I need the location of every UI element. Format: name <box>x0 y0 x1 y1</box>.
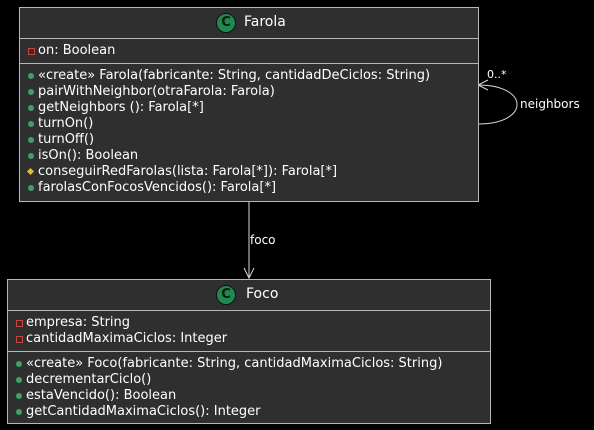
class-farola-header: C Farola <box>20 8 478 39</box>
method-text: estaVencido(): Boolean <box>26 388 177 403</box>
public-visibility-icon <box>26 148 38 164</box>
attribute-text: empresa: String <box>26 315 131 330</box>
method-row: estaVencido(): Boolean <box>14 388 176 404</box>
neighbors-label: neighbors <box>520 97 580 111</box>
class-foco[interactable]: C Foco empresa: String cantidadMaximaCic… <box>7 279 491 424</box>
class-name: Foco <box>246 286 279 302</box>
public-visibility-icon <box>14 356 26 372</box>
method-row: isOn(): Boolean <box>26 148 138 164</box>
class-name: Farola <box>244 14 286 30</box>
private-visibility-icon <box>26 43 38 59</box>
method-text: getNeighbors (): Farola[*] <box>38 100 204 115</box>
neighbors-self-association-line <box>477 84 518 125</box>
class-icon: C <box>216 285 236 305</box>
method-row: «create» Farola(fabricante: String, cant… <box>26 68 430 84</box>
public-visibility-icon <box>14 404 26 420</box>
method-text: pairWithNeighbor(otraFarola: Farola) <box>38 84 275 99</box>
public-visibility-icon <box>14 372 26 388</box>
method-row: turnOff() <box>26 132 94 148</box>
attribute-text: cantidadMaximaCiclos: Integer <box>26 331 228 346</box>
attribute-row: empresa: String <box>14 315 130 331</box>
class-foco-header: C Foco <box>8 280 490 311</box>
class-farola[interactable]: C Farola on: Boolean «create» Farola(fab… <box>19 7 479 202</box>
method-row: getCantidadMaximaCiclos(): Integer <box>14 404 261 420</box>
method-row: farolasConFocosVencidos(): Farola[*] <box>26 180 276 196</box>
attributes-section: empresa: String cantidadMaximaCiclos: In… <box>8 311 490 351</box>
public-visibility-icon <box>26 116 38 132</box>
method-row: turnOn() <box>26 116 93 132</box>
private-visibility-icon <box>14 315 26 331</box>
private-visibility-icon <box>14 331 26 347</box>
method-row: conseguirRedFarolas(lista: Farola[*]): F… <box>26 164 337 180</box>
method-row: getNeighbors (): Farola[*] <box>26 100 204 116</box>
method-text: turnOn() <box>38 116 94 131</box>
methods-section: «create» Farola(fabricante: String, cant… <box>20 63 478 202</box>
method-text: decrementarCiclo() <box>26 372 152 387</box>
attribute-row: on: Boolean <box>26 43 115 59</box>
method-text: «create» Farola(fabricante: String, cant… <box>38 68 431 83</box>
method-text: conseguirRedFarolas(lista: Farola[*]): F… <box>38 164 338 179</box>
methods-section: «create» Foco(fabricante: String, cantid… <box>8 351 490 423</box>
method-text: isOn(): Boolean <box>38 148 139 163</box>
method-row: decrementarCiclo() <box>14 372 151 388</box>
method-text: «create» Foco(fabricante: String, cantid… <box>26 356 443 371</box>
method-text: getCantidadMaximaCiclos(): Integer <box>26 404 261 419</box>
public-visibility-icon <box>26 84 38 100</box>
class-icon: C <box>216 13 236 33</box>
public-visibility-icon <box>26 100 38 116</box>
neighbors-multiplicity: 0..* <box>487 68 507 81</box>
public-visibility-icon <box>26 68 38 84</box>
foco-association-label: foco <box>250 233 276 247</box>
attribute-row: cantidadMaximaCiclos: Integer <box>14 331 227 347</box>
method-row: «create» Foco(fabricante: String, cantid… <box>14 356 442 372</box>
protected-visibility-icon <box>26 164 38 180</box>
method-text: turnOff() <box>38 132 95 147</box>
public-visibility-icon <box>26 132 38 148</box>
method-row: pairWithNeighbor(otraFarola: Farola) <box>26 84 275 100</box>
public-visibility-icon <box>26 180 38 196</box>
attribute-text: on: Boolean <box>38 43 116 58</box>
attributes-section: on: Boolean <box>20 39 478 63</box>
public-visibility-icon <box>14 388 26 404</box>
method-text: farolasConFocosVencidos(): Farola[*] <box>38 180 277 195</box>
